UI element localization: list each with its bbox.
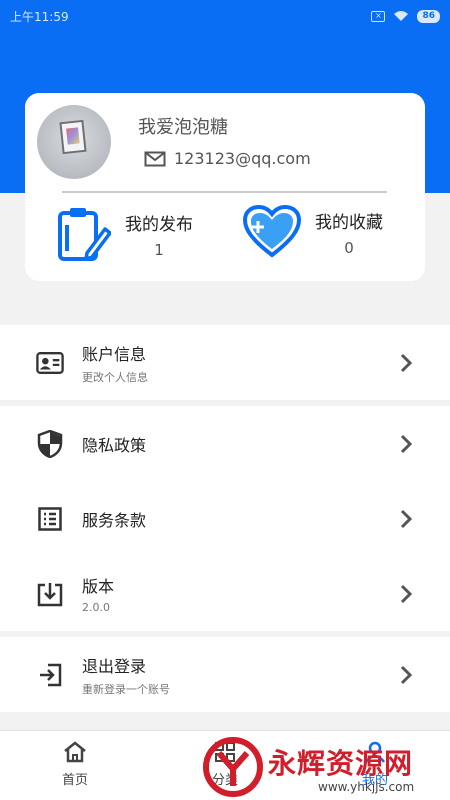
chevron-right-icon bbox=[400, 353, 413, 372]
watermark-logo bbox=[203, 737, 263, 797]
watermark-name: 永辉资源网 bbox=[268, 747, 414, 780]
logout-title: 退出登录 bbox=[82, 656, 147, 676]
download-box-icon bbox=[36, 580, 64, 608]
my-publish-label: 我的发布 bbox=[125, 214, 193, 235]
my-publish-button[interactable]: 我的发布 1 bbox=[57, 205, 193, 263]
logout-icon bbox=[36, 661, 64, 689]
logout-row[interactable]: 退出登录 重新登录一个账号 bbox=[0, 637, 450, 712]
logout-subtitle: 重新登录一个账号 bbox=[82, 682, 170, 696]
account-info-subtitle: 更改个人信息 bbox=[82, 370, 148, 384]
privacy-policy-row[interactable]: 隐私政策 bbox=[0, 406, 450, 481]
user-nickname: 我爱泡泡糖 bbox=[138, 117, 228, 138]
version-title: 版本 bbox=[82, 577, 115, 596]
my-favorites-count: 0 bbox=[344, 238, 354, 257]
account-info-row[interactable]: 账户信息 更改个人信息 bbox=[0, 325, 450, 400]
version-row[interactable]: 版本 2.0.0 bbox=[0, 556, 450, 631]
user-email: 123123@qq.com bbox=[174, 149, 311, 168]
my-publish-count: 1 bbox=[154, 240, 164, 259]
my-favorites-button[interactable]: 我的收藏 0 bbox=[243, 205, 383, 259]
account-section: 账户信息 更改个人信息 bbox=[0, 325, 450, 400]
edit-document-icon bbox=[58, 208, 111, 261]
shield-icon bbox=[36, 429, 64, 458]
status-icons: × 86 bbox=[371, 9, 440, 23]
nav-home-label: 首页 bbox=[61, 773, 88, 788]
profile-card: 我爱泡泡糖 123123@qq.com 我的发布 1 我的收藏 0 bbox=[25, 93, 425, 281]
info-section: 隐私政策 服务条款 版本 2.0.0 bbox=[0, 406, 450, 631]
chevron-right-icon bbox=[400, 584, 413, 603]
id-card-icon bbox=[36, 349, 64, 377]
terms-of-service-row[interactable]: 服务条款 bbox=[0, 481, 450, 556]
privacy-policy-title: 隐私政策 bbox=[82, 435, 147, 455]
card-divider bbox=[62, 191, 387, 193]
email-row: 123123@qq.com bbox=[144, 149, 311, 168]
avatar[interactable] bbox=[37, 105, 111, 179]
watermark-overlay: 永辉资源网 www.yhkjjs.com bbox=[200, 736, 450, 800]
status-bar: 上午11:59 × 86 bbox=[0, 0, 450, 32]
chevron-right-icon bbox=[400, 509, 413, 528]
my-favorites-label: 我的收藏 bbox=[315, 212, 383, 233]
terms-of-service-title: 服务条款 bbox=[82, 510, 147, 530]
status-time: 上午11:59 bbox=[10, 9, 69, 24]
list-document-icon bbox=[36, 505, 64, 533]
home-icon bbox=[64, 741, 86, 763]
account-info-title: 账户信息 bbox=[82, 344, 147, 364]
chevron-right-icon bbox=[400, 665, 413, 684]
battery-indicator: 86 bbox=[417, 9, 440, 23]
heart-icon bbox=[243, 205, 301, 258]
nav-home[interactable]: 首页 bbox=[35, 741, 115, 788]
logout-section: 退出登录 重新登录一个账号 bbox=[0, 637, 450, 712]
no-sim-icon: × bbox=[371, 10, 386, 22]
version-number: 2.0.0 bbox=[82, 601, 110, 614]
watermark-url: www.yhkjjs.com bbox=[318, 780, 415, 794]
mail-icon bbox=[144, 151, 166, 166]
chevron-right-icon bbox=[400, 434, 413, 453]
wifi-icon bbox=[394, 11, 409, 21]
